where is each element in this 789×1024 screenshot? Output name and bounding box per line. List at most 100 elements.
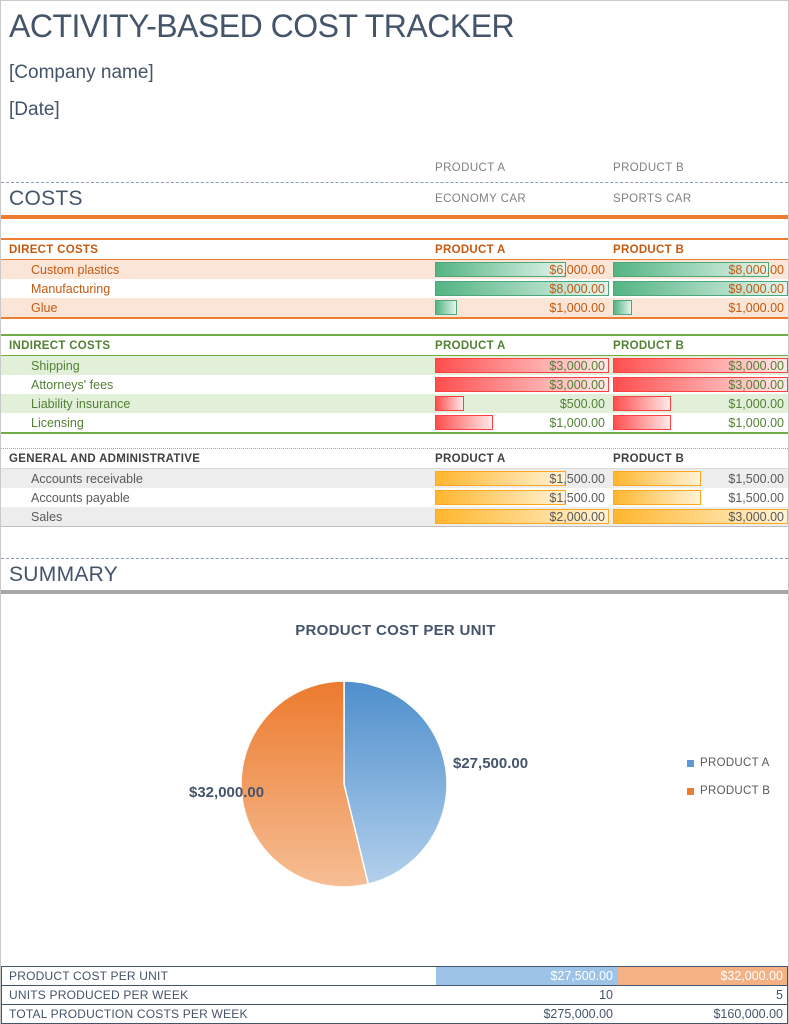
data-bar bbox=[435, 471, 566, 486]
cost-cell-a[interactable]: $1,000.00 bbox=[435, 413, 609, 432]
data-bar bbox=[613, 396, 672, 411]
cost-cell-b[interactable]: $8,000.00 bbox=[613, 260, 788, 279]
cost-value: $6,000.00 bbox=[549, 262, 605, 277]
legend-label: PRODUCT B bbox=[700, 785, 771, 797]
data-bar bbox=[435, 490, 566, 505]
cost-cell-b[interactable]: $3,000.00 bbox=[613, 356, 788, 375]
table-row: Custom plastics $6,000.00 $8,000.00 bbox=[1, 260, 788, 279]
intro-column-header-row: PRODUCT A PRODUCT B bbox=[1, 159, 788, 177]
cost-cell-b[interactable]: $1,500.00 bbox=[613, 469, 788, 488]
costs-section-title: COSTS bbox=[9, 187, 83, 210]
page-title: ACTIVITY-BASED COST TRACKER bbox=[9, 8, 515, 44]
general-col-b-label: PRODUCT B bbox=[613, 452, 685, 465]
legend-swatch-orange bbox=[687, 787, 694, 795]
cost-row-label: Custom plastics bbox=[31, 262, 120, 277]
cost-cell-b[interactable]: $3,000.00 bbox=[613, 507, 788, 526]
cost-row-label: Shipping bbox=[31, 358, 80, 373]
cost-value: $1,000.00 bbox=[728, 300, 784, 315]
cost-value: $8,000.00 bbox=[728, 262, 784, 277]
cost-value: $3,000.00 bbox=[728, 509, 784, 524]
summary-table: PRODUCT COST PER UNIT $27,500.00 $32,000… bbox=[1, 966, 788, 1024]
cost-value: $9,000.00 bbox=[728, 281, 784, 296]
indirect-costs-header-row: INDIRECT COSTS PRODUCT A PRODUCT B bbox=[1, 336, 788, 356]
general-admin-table: GENERAL AND ADMINISTRATIVE PRODUCT A PRO… bbox=[1, 448, 788, 527]
cost-row-label: Licensing bbox=[31, 415, 84, 430]
data-bar bbox=[613, 490, 701, 505]
cost-cell-b[interactable]: $1,000.00 bbox=[613, 394, 788, 413]
indirect-costs-table: INDIRECT COSTS PRODUCT A PRODUCT B Shipp… bbox=[1, 334, 788, 434]
cost-cell-a[interactable]: $1,500.00 bbox=[435, 469, 609, 488]
table-row: Liability insurance $500.00 $1,000.00 bbox=[1, 394, 788, 413]
cost-row-label: Accounts payable bbox=[31, 490, 130, 505]
summary-section-header: SUMMARY bbox=[1, 558, 788, 594]
cost-value: $1,000.00 bbox=[728, 415, 784, 430]
cost-cell-b[interactable]: $1,500.00 bbox=[613, 488, 788, 507]
table-row: Glue $1,000.00 $1,000.00 bbox=[1, 298, 788, 317]
cost-value: $2,000.00 bbox=[549, 509, 605, 524]
general-col-a-label: PRODUCT A bbox=[435, 452, 506, 465]
summary-row-label: PRODUCT COST PER UNIT bbox=[9, 969, 169, 983]
cost-cell-a[interactable]: $3,000.00 bbox=[435, 356, 609, 375]
summary-cell-a[interactable]: $27,500.00 bbox=[436, 967, 617, 985]
cost-cell-a[interactable]: $1,000.00 bbox=[435, 298, 609, 317]
cost-row-label: Manufacturing bbox=[31, 281, 111, 296]
cost-cell-a[interactable]: $3,000.00 bbox=[435, 375, 609, 394]
cost-value: $1,000.00 bbox=[549, 415, 605, 430]
legend-item-product-a: PRODUCT A bbox=[687, 755, 770, 771]
summary-section-title: SUMMARY bbox=[9, 562, 119, 586]
cost-cell-b[interactable]: $1,000.00 bbox=[613, 298, 788, 317]
table-row: Shipping $3,000.00 $3,000.00 bbox=[1, 356, 788, 375]
costs-section-header: COSTS ECONOMY CAR SPORTS CAR bbox=[1, 182, 788, 219]
summary-row-label: UNITS PRODUCED PER WEEK bbox=[9, 988, 189, 1002]
direct-costs-header-row: DIRECT COSTS PRODUCT A PRODUCT B bbox=[1, 240, 788, 260]
cost-value: $3,000.00 bbox=[728, 377, 784, 392]
cost-value: $1,500.00 bbox=[549, 471, 605, 486]
page: ACTIVITY-BASED COST TRACKER [Company nam… bbox=[0, 0, 789, 1024]
product-a-subtitle: ECONOMY CAR bbox=[435, 193, 527, 205]
cost-row-label: Accounts receivable bbox=[31, 471, 143, 486]
summary-cell-a[interactable]: 10 bbox=[436, 986, 617, 1004]
summary-cell-b[interactable]: 5 bbox=[617, 986, 787, 1004]
direct-costs-table: DIRECT COSTS PRODUCT A PRODUCT B Custom … bbox=[1, 238, 788, 319]
table-row: Manufacturing $8,000.00 $9,000.00 bbox=[1, 279, 788, 298]
table-row: Accounts receivable $1,500.00 $1,500.00 bbox=[1, 469, 788, 488]
data-bar bbox=[613, 415, 672, 430]
table-row: PRODUCT COST PER UNIT $27,500.00 $32,000… bbox=[2, 967, 787, 986]
table-row: Accounts payable $1,500.00 $1,500.00 bbox=[1, 488, 788, 507]
pie-chart bbox=[240, 680, 448, 888]
chart-region: PRODUCT COST PER UNIT $27,500.00 $32,000… bbox=[1, 594, 788, 966]
summary-cell-a[interactable]: $275,000.00 bbox=[436, 1005, 617, 1023]
cost-cell-a[interactable]: $500.00 bbox=[435, 394, 609, 413]
indirect-col-a-label: PRODUCT A bbox=[435, 339, 506, 352]
cost-value: $1,500.00 bbox=[728, 471, 784, 486]
cost-cell-a[interactable]: $8,000.00 bbox=[435, 279, 609, 298]
cost-cell-a[interactable]: $2,000.00 bbox=[435, 507, 609, 526]
data-bar bbox=[435, 300, 457, 315]
intro-product-a-label: PRODUCT A bbox=[435, 162, 506, 174]
cost-cell-b[interactable]: $3,000.00 bbox=[613, 375, 788, 394]
direct-costs-title: DIRECT COSTS bbox=[9, 243, 99, 256]
cost-value: $1,000.00 bbox=[728, 396, 784, 411]
cost-row-label: Glue bbox=[31, 300, 58, 315]
chart-title: PRODUCT COST PER UNIT bbox=[295, 622, 496, 639]
cost-value: $3,000.00 bbox=[549, 377, 605, 392]
pie-data-label-b: $32,000.00 bbox=[189, 784, 265, 801]
general-admin-title: GENERAL AND ADMINISTRATIVE bbox=[9, 452, 201, 465]
cost-row-label: Sales bbox=[31, 509, 63, 524]
cost-cell-a[interactable]: $1,500.00 bbox=[435, 488, 609, 507]
data-bar bbox=[613, 300, 633, 315]
indirect-col-b-label: PRODUCT B bbox=[613, 339, 685, 352]
legend-item-product-b: PRODUCT B bbox=[687, 783, 770, 799]
pie-data-label-a: $27,500.00 bbox=[453, 755, 529, 772]
summary-cell-b[interactable]: $32,000.00 bbox=[617, 967, 787, 985]
date-field[interactable]: [Date] bbox=[9, 98, 788, 122]
cost-cell-a[interactable]: $6,000.00 bbox=[435, 260, 609, 279]
direct-col-b-label: PRODUCT B bbox=[613, 243, 685, 256]
cost-cell-b[interactable]: $1,000.00 bbox=[613, 413, 788, 432]
cost-value: $500.00 bbox=[559, 396, 605, 411]
cost-cell-b[interactable]: $9,000.00 bbox=[613, 279, 788, 298]
company-name-field[interactable]: [Company name] bbox=[9, 61, 788, 85]
data-bar bbox=[435, 396, 465, 411]
summary-cell-b[interactable]: $160,000.00 bbox=[617, 1005, 787, 1023]
cost-value: $1,500.00 bbox=[549, 490, 605, 505]
